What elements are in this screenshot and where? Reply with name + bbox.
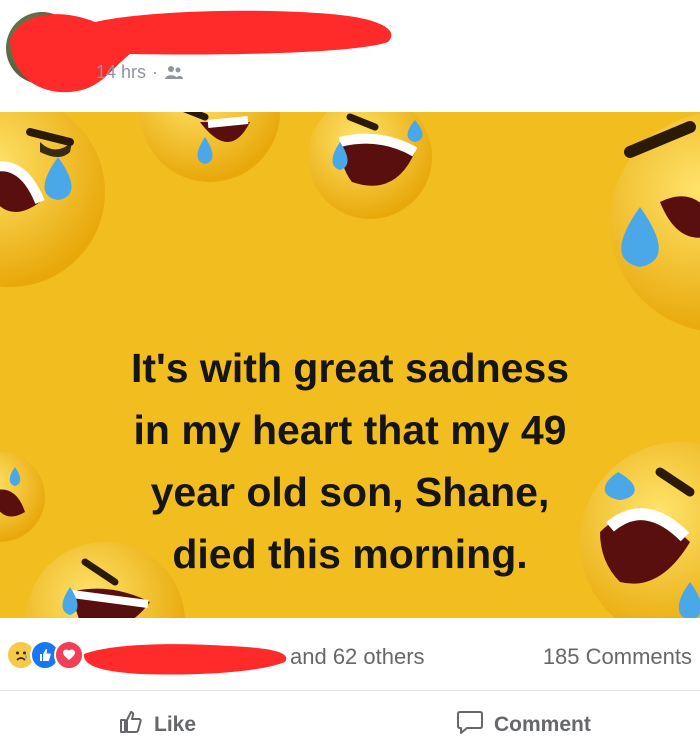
comments-count-link[interactable]: 185 Comments <box>543 644 692 670</box>
comment-bubble-icon <box>456 709 484 741</box>
image-text-line: in my heart that my 49 <box>133 407 567 453</box>
image-text-line: year old son, Shane, <box>150 469 550 515</box>
meta-separator: · <box>152 62 159 82</box>
post-meta: 14 hrs · <box>96 62 184 83</box>
like-label: Like <box>154 713 197 736</box>
post-timestamp[interactable]: 14 hrs <box>96 62 146 83</box>
post-stats: and 62 others 185 Comments <box>0 618 700 691</box>
post-image[interactable]: It's with great sadness in my heart that… <box>0 112 700 618</box>
redaction-mark <box>10 10 392 93</box>
reaction-summary[interactable] <box>6 640 84 670</box>
post-actions: Like Comment <box>0 691 700 752</box>
friends-icon[interactable] <box>164 65 184 81</box>
comment-button[interactable]: Comment <box>456 709 591 741</box>
like-button[interactable]: Like <box>118 709 196 741</box>
post-image-text: It's with great sadness in my heart that… <box>0 337 700 585</box>
post-header: 14 hrs · <box>0 0 700 112</box>
image-text-line: It's with great sadness <box>130 345 570 391</box>
comment-label: Comment <box>494 713 591 736</box>
redaction-mark <box>83 644 287 675</box>
thumbs-up-icon <box>118 709 144 741</box>
reactions-others-link[interactable]: and 62 others <box>290 644 425 670</box>
image-text-line: died this morning. <box>172 531 528 577</box>
